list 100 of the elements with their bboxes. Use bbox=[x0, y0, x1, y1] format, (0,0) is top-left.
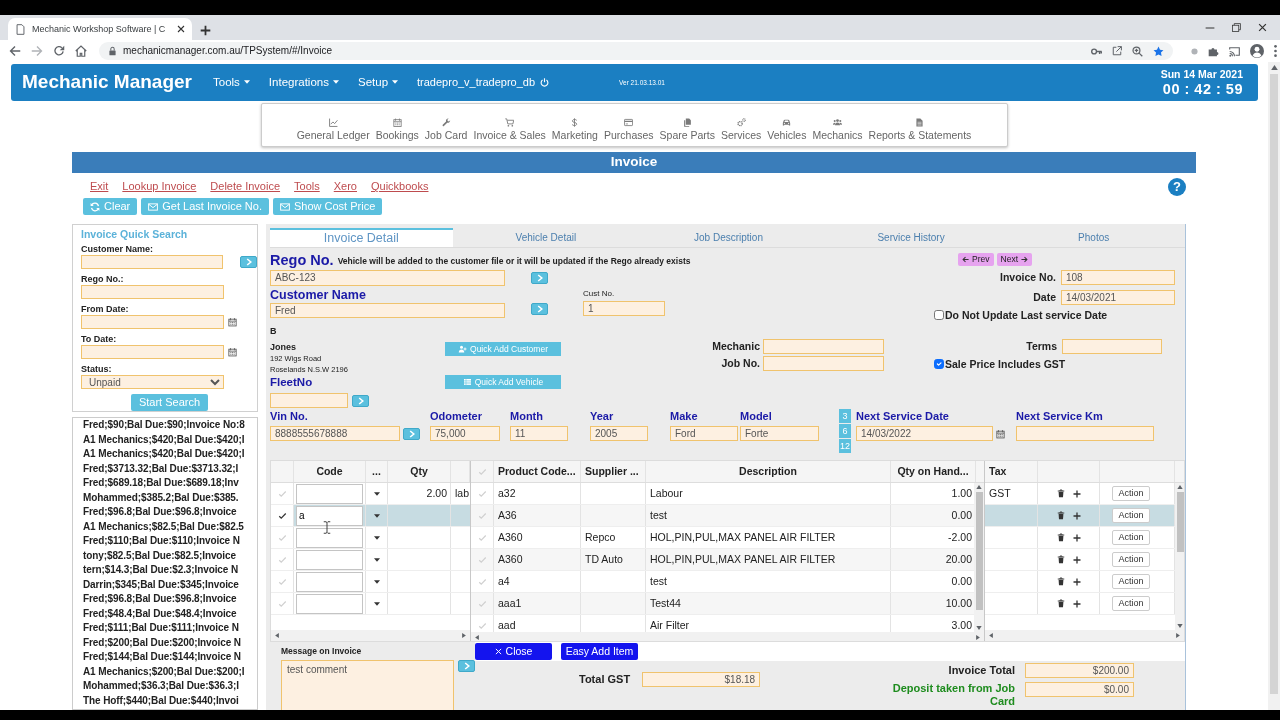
text-field[interactable] bbox=[763, 339, 884, 354]
text-field[interactable] bbox=[763, 356, 884, 371]
help-button[interactable]: ? bbox=[1168, 178, 1186, 196]
code-field[interactable] bbox=[296, 593, 363, 614]
calendar-icon[interactable] bbox=[996, 428, 1005, 439]
text-field[interactable]: Fred bbox=[270, 303, 505, 318]
total-field[interactable]: $0.00 bbox=[1025, 682, 1134, 697]
go-button[interactable] bbox=[458, 660, 475, 672]
checkbox[interactable] bbox=[934, 310, 944, 320]
result-item[interactable]: Fred;$110;Bal Due:$110;Invoice N bbox=[83, 534, 240, 549]
lookup-row[interactable]: A360 Repco HOL,PIN,PUL,MAX PANEL AIR FILTER -2.00 bbox=[471, 527, 974, 549]
text-field[interactable] bbox=[270, 393, 348, 408]
caret-icon[interactable] bbox=[374, 491, 380, 496]
action-button[interactable]: Action bbox=[1112, 508, 1150, 523]
code-field[interactable] bbox=[296, 571, 363, 592]
horizontal-scrollbar[interactable] bbox=[271, 630, 470, 641]
zoom-icon[interactable] bbox=[1132, 45, 1143, 57]
restore-icon[interactable] bbox=[1232, 23, 1241, 32]
caret-icon[interactable] bbox=[374, 535, 380, 540]
calendar-icon[interactable] bbox=[228, 317, 237, 327]
action-link[interactable]: Quickbooks bbox=[371, 180, 429, 194]
browser-tab[interactable]: Mechanic Workshop Software | C bbox=[8, 18, 192, 40]
scroll-thumb[interactable] bbox=[1176, 492, 1184, 552]
action-button[interactable]: Action bbox=[1112, 574, 1150, 589]
result-item[interactable]: Fred;$48.4;Bal Due:$48.4;Invoice bbox=[83, 606, 237, 621]
result-item[interactable]: tern;$14.3;Bal Due:$2.3;Invoice N bbox=[83, 563, 239, 578]
scroll-thumb[interactable] bbox=[1270, 74, 1278, 694]
nav-menu[interactable]: Tools bbox=[213, 75, 250, 90]
action-button[interactable]: Action bbox=[1112, 486, 1150, 501]
result-item[interactable]: Fred;$689.18;Bal Due:$689.18;Inv bbox=[83, 476, 239, 491]
action-button[interactable]: Action bbox=[1112, 530, 1150, 545]
action-link[interactable]: Lookup Invoice bbox=[122, 180, 197, 194]
grid-row[interactable]: Action bbox=[985, 505, 1175, 527]
avatar-icon[interactable] bbox=[1250, 44, 1264, 58]
close-button[interactable]: Close bbox=[475, 643, 552, 660]
grid-row[interactable]: Action bbox=[985, 571, 1175, 593]
vertical-scrollbar[interactable] bbox=[1175, 483, 1184, 630]
result-item[interactable]: Fred;$90;Bal Due:$90;Invoice No:8 bbox=[83, 418, 245, 433]
code-field[interactable] bbox=[296, 483, 363, 504]
code-field[interactable] bbox=[296, 549, 363, 570]
action-link[interactable]: Exit bbox=[90, 180, 109, 194]
tab[interactable]: Photos bbox=[1002, 228, 1185, 247]
close-icon[interactable] bbox=[177, 25, 185, 33]
result-item[interactable]: A1 Mechanics;$420;Bal Due:$420;I bbox=[83, 447, 245, 462]
total-field[interactable]: $18.18 bbox=[642, 672, 761, 687]
plus-icon[interactable] bbox=[1073, 555, 1081, 564]
menu-icon[interactable] bbox=[1274, 45, 1277, 57]
result-item[interactable]: Fred;$3713.32;Bal Due:$3713.32;I bbox=[83, 461, 239, 476]
module-link[interactable]: Marketing bbox=[551, 118, 598, 142]
result-item[interactable]: Fred;$111;Bal Due:$111;Invoice N bbox=[83, 621, 239, 636]
tab[interactable]: Service History bbox=[819, 228, 1003, 247]
star-icon[interactable] bbox=[1153, 45, 1164, 57]
date-field[interactable]: 14/03/2021 bbox=[1061, 290, 1175, 305]
text-field[interactable] bbox=[1016, 426, 1154, 441]
cast-icon[interactable] bbox=[1229, 45, 1240, 57]
date-field[interactable] bbox=[81, 345, 224, 359]
text-field[interactable]: 11 bbox=[510, 426, 568, 441]
result-item[interactable]: tony;$82.5;Bal Due:$82.5;Invoice bbox=[83, 548, 236, 563]
grid-row[interactable]: Action bbox=[985, 549, 1175, 571]
code-field[interactable] bbox=[296, 527, 363, 548]
result-item[interactable]: The Hoff;$440;Bal Due:$440;Invoi bbox=[83, 693, 239, 708]
key-icon[interactable] bbox=[1091, 45, 1102, 57]
trash-icon[interactable] bbox=[1057, 555, 1065, 564]
lookup-row[interactable]: A360 TD Auto HOL,PIN,PUL,MAX PANEL AIR FILTER 20.00 bbox=[471, 549, 974, 571]
minimize-icon[interactable] bbox=[1205, 26, 1215, 29]
share-icon[interactable] bbox=[1112, 46, 1122, 56]
module-link[interactable]: Mechanics bbox=[812, 118, 863, 142]
plus-icon[interactable] bbox=[1073, 511, 1081, 520]
module-link[interactable]: Bookings bbox=[375, 118, 419, 142]
module-link[interactable]: Purchases bbox=[603, 118, 654, 142]
scroll-thumb[interactable] bbox=[975, 492, 983, 610]
module-link[interactable]: Spare Parts bbox=[659, 118, 715, 142]
plus-icon[interactable] bbox=[1073, 533, 1081, 542]
horizontal-scrollbar[interactable] bbox=[985, 630, 1184, 641]
grid-row[interactable]: 2.00 lab bbox=[271, 483, 470, 505]
plus-icon[interactable] bbox=[1073, 599, 1081, 608]
easy-add-item-button[interactable]: Easy Add Item bbox=[561, 643, 638, 660]
trash-icon[interactable] bbox=[1057, 511, 1065, 520]
grid-row[interactable]: a bbox=[271, 505, 470, 527]
tab[interactable]: Vehicle Detail bbox=[454, 228, 638, 247]
nav-menu[interactable]: Integrations bbox=[268, 75, 339, 90]
message-field[interactable]: test comment bbox=[281, 660, 454, 710]
result-item[interactable]: Mohammed;$385.2;Bal Due:$385. bbox=[83, 490, 239, 505]
action-button[interactable]: Action bbox=[1112, 596, 1150, 611]
nav-menu[interactable]: Setup bbox=[357, 75, 399, 90]
result-item[interactable]: Fred;$96.8;Bal Due:$96.8;Invoice bbox=[83, 505, 237, 520]
status-select[interactable]: Unpaid bbox=[81, 375, 224, 389]
action-link[interactable]: Tools bbox=[294, 180, 320, 194]
text-field[interactable]: 8888555678888 bbox=[270, 426, 400, 441]
close-icon[interactable] bbox=[1258, 23, 1267, 32]
go-button[interactable] bbox=[403, 427, 420, 440]
total-field[interactable]: $200.00 bbox=[1025, 663, 1134, 678]
lookup-row[interactable]: a4 test 0.00 bbox=[471, 571, 974, 593]
plus-icon[interactable] bbox=[1073, 577, 1081, 586]
text-field[interactable]: 108 bbox=[1061, 270, 1175, 285]
text-field[interactable] bbox=[81, 255, 223, 269]
module-link[interactable]: Vehicles bbox=[767, 118, 807, 142]
text-field[interactable] bbox=[1062, 339, 1162, 354]
text-field[interactable] bbox=[81, 285, 224, 299]
result-item[interactable]: Darrin;$345;Bal Due:$345;Invoice bbox=[83, 577, 239, 592]
